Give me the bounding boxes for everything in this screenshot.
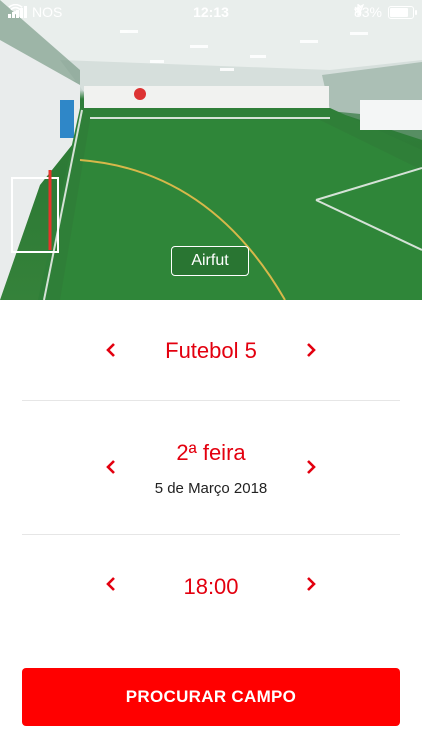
day-value: 2ª feira [176, 440, 246, 465]
status-bar: NOS 12:13 83% [0, 0, 422, 24]
time-next-button[interactable] [296, 569, 326, 599]
battery-icon [388, 5, 417, 19]
day-next-button[interactable] [296, 452, 326, 482]
chevron-right-icon [307, 460, 316, 474]
day-selector: 2ª feira 5 de Março 2018 [0, 401, 422, 534]
date-value: 5 de Março 2018 [154, 480, 268, 497]
venue-name-button[interactable]: Airfut [171, 246, 249, 276]
sport-value: Futebol 5 [165, 338, 257, 363]
status-right: 83% [353, 4, 417, 20]
sport-selector: Futebol 5 [0, 300, 422, 400]
time-selector: 18:00 [0, 535, 422, 635]
search-field-button[interactable]: PROCURAR CAMPO [22, 668, 400, 726]
chevron-right-icon [307, 343, 316, 357]
chevron-right-icon [307, 577, 316, 591]
time-value: 18:00 [183, 574, 239, 599]
venue-photo: NOS 12:13 83% Airfut [0, 0, 422, 300]
sport-next-button[interactable] [296, 335, 326, 365]
bluetooth-icon [354, 4, 362, 16]
